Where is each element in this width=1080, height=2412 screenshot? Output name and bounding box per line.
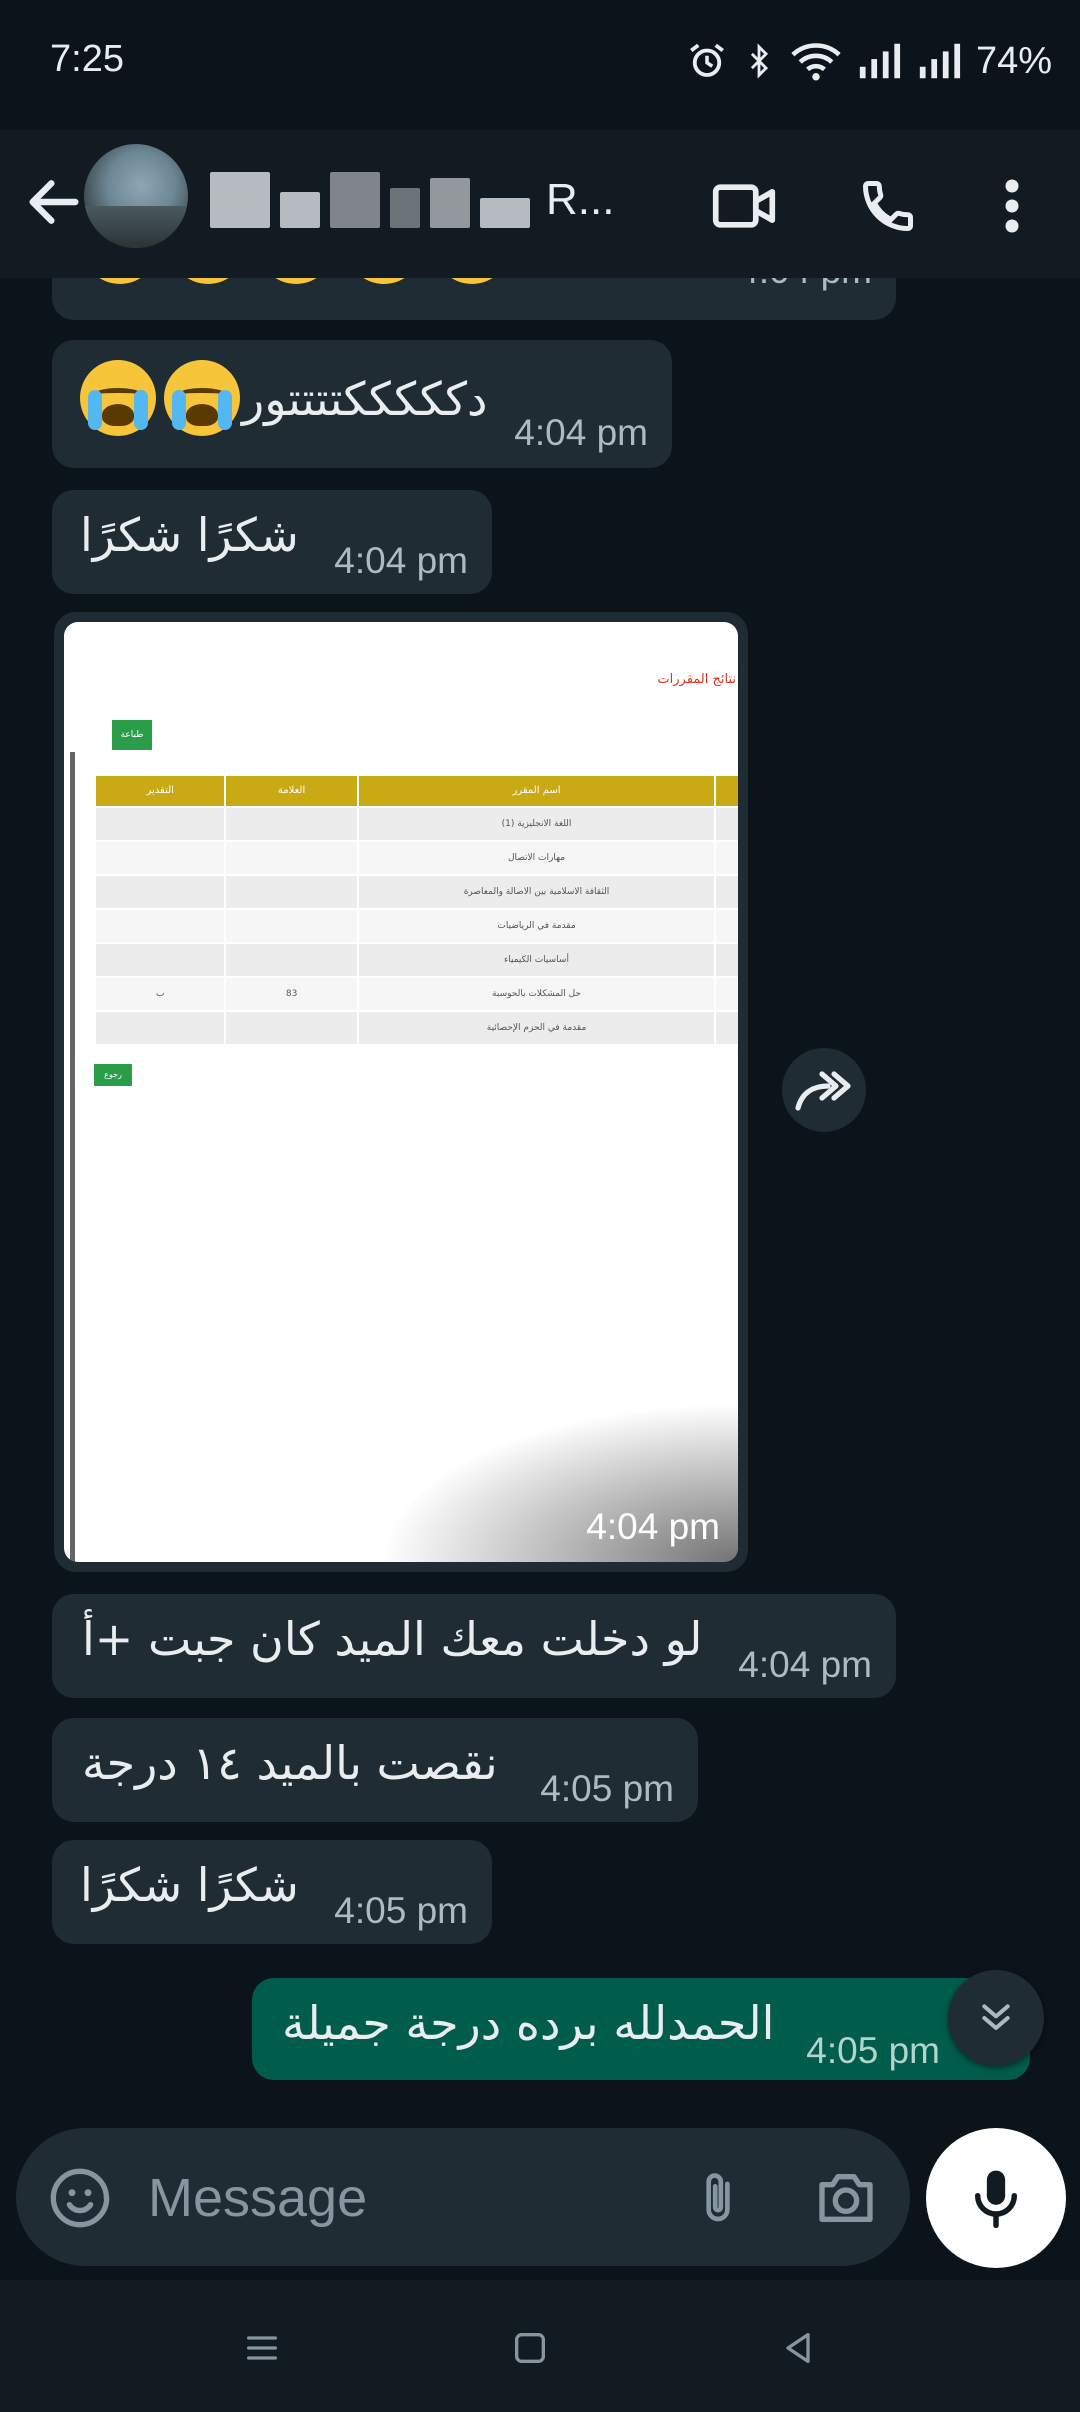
message-text: شكرًا شكرًا [80,508,299,562]
message-bubble[interactable]: شكرًا شكرًا 4:04 pm [52,490,492,594]
camera-button[interactable] [810,2162,882,2234]
recent-apps-button[interactable] [226,2312,298,2384]
crying-emoji-icon [80,360,156,436]
table-row: ب 83 حل المشكلات بالحوسبة [94,976,738,1010]
outgoing-message-bubble[interactable]: الحمدلله برده درجة جميلة 4:05 pm [252,1978,1030,2080]
message-text: شكرًا شكرًا [80,1858,299,1912]
table-row: اللغة الانجليزية (1) [94,806,738,840]
more-options-button[interactable] [972,166,1052,246]
signal-icon [859,43,901,79]
message-time: 4:05 pm [540,1768,674,1809]
bluetooth-icon [750,43,769,79]
crying-emoji-icon [164,360,240,436]
signal-icon-2 [919,43,961,79]
chat-area[interactable]: 4:04 pm دكككككتتتتور 4:04 pm شكرًا شكرًا… [0,278,1080,2128]
message-bubble[interactable]: لو دخلت معك الميد كان جبت +أ 4:04 pm [52,1594,896,1698]
battery-level: 74% [975,39,1052,82]
table-row: الثقافة الاسلامية بين الاصالة والمعاصرة [94,874,738,908]
video-camera-icon [712,184,776,228]
double-chevron-down-icon [982,2004,1010,2030]
doc-back-button: رجوع [94,1064,132,1086]
back-button[interactable] [22,170,86,234]
more-vert-icon [1005,179,1019,233]
message-bubble[interactable]: نقصت بالميد ١٤ درجة 4:05 pm [52,1718,698,1822]
sticker-icon [50,2168,110,2228]
avatar[interactable] [84,144,188,248]
shared-screenshot[interactable]: نتائج المقررات طباعة التقدير العلامة اسم… [64,622,738,1562]
voice-call-button[interactable] [848,166,928,246]
contact-name-suffix: R... [546,175,615,224]
message-time: 4:05 pm [806,2030,940,2071]
image-message[interactable]: نتائج المقررات طباعة التقدير العلامة اسم… [54,612,748,1572]
microphone-icon [974,2170,1018,2229]
menu-lines-icon [247,2336,277,2360]
grades-table: التقدير العلامة اسم المقرر اللغة الانجلي… [94,776,738,1044]
message-text: الحمدلله برده درجة جميلة [282,1996,775,2050]
message-time: 4:05 pm [334,1890,468,1931]
forward-button[interactable] [782,1048,866,1132]
message-bubble[interactable]: شكرًا شكرًا 4:05 pm [52,1840,492,1944]
table-header: التقدير العلامة اسم المقرر [94,776,738,806]
table-row: أساسيات الكيمياء [94,942,738,976]
scroll-to-bottom-button[interactable] [948,1970,1044,2066]
camera-icon [819,2174,873,2222]
wifi-icon [791,43,841,81]
square-icon [515,2333,545,2363]
status-icons: 74% [686,36,1052,86]
message-text: نقصت بالميد ١٤ درجة [82,1736,498,1790]
forward-icon [795,1071,851,1111]
attach-button[interactable] [682,2162,754,2234]
table-row: مهارات الاتصال [94,840,738,874]
phone-icon [862,181,913,232]
message-composer [16,2128,910,2266]
doc-title: نتائج المقررات [657,672,736,687]
voice-message-button[interactable] [926,2128,1066,2268]
crying-emojis-row [82,278,510,284]
contact-name[interactable]: R... [210,168,680,232]
system-nav-bar [0,2280,1080,2412]
video-call-button[interactable] [704,166,784,246]
back-nav-button[interactable] [762,2312,834,2384]
table-row: مقدمة في الحزم الإحصائية [94,1010,738,1044]
status-bar: 7:25 74% [0,0,1080,130]
status-time: 7:25 [50,38,124,80]
paperclip-icon [706,2173,730,2222]
message-time: 4:04 pm [738,1644,872,1685]
doc-print-button: طباعة [112,720,152,750]
message-bubble[interactable]: دكككككتتتتور 4:04 pm [52,340,672,468]
sticker-button[interactable] [44,2162,116,2234]
home-button[interactable] [494,2312,566,2384]
message-text: لو دخلت معك الميد كان جبت +أ [82,1612,703,1666]
name-redacted [210,172,530,228]
chat-header: R... [0,130,1080,278]
message-time: 4:04 pm [334,540,468,581]
triangle-back-icon [786,2333,810,2363]
message-time: 4:04 pm [738,278,872,292]
message-time: 4:04 pm [586,1506,720,1547]
message-input[interactable] [146,2162,650,2234]
message-text: دكككككتتتتور [242,372,488,426]
arrow-left-icon [29,180,79,224]
message-bubble[interactable]: 4:04 pm [52,278,896,320]
message-time: 4:04 pm [514,412,648,453]
table-row: مقدمة في الرياضيات [94,908,738,942]
alarm-icon [690,43,724,77]
